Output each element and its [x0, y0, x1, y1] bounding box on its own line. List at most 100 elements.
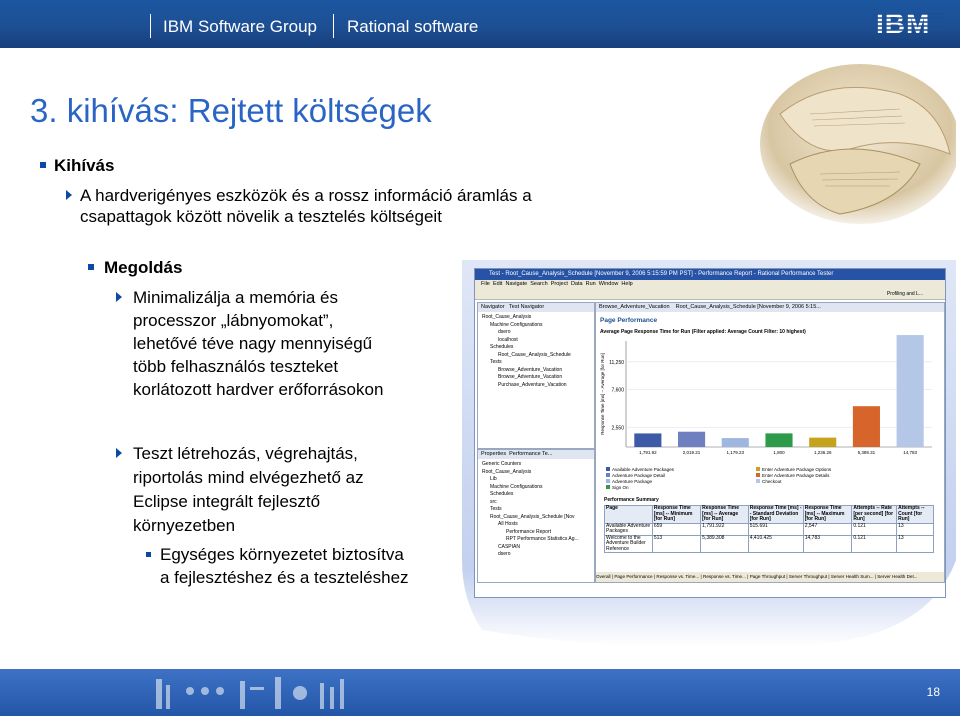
legend-label: Adventure Package Detail [612, 473, 666, 478]
bar [678, 431, 706, 447]
menu-data[interactable]: Data [571, 281, 583, 287]
table-cell: Available Adventure Packages [604, 522, 653, 536]
y-tick-label: 7,600 [611, 387, 624, 393]
tree-item[interactable]: Schedules [482, 344, 594, 352]
properties-tabs: Properties Performance Te... [478, 450, 594, 459]
report-tab[interactable]: Server Health Det... [877, 574, 917, 579]
svg-text:IBM: IBM [876, 8, 930, 38]
tree-item[interactable]: src [482, 499, 594, 507]
y-tick-label: 11,250 [609, 360, 624, 366]
solution-1-line-3: lehetővé téve nagy mennyiségű [133, 334, 373, 353]
tree-item[interactable]: Performance Report [482, 529, 594, 537]
bar [765, 433, 793, 447]
report-tab[interactable]: Server Throughput [789, 574, 827, 579]
tree-item[interactable]: Root_Cause_Analysis [482, 314, 594, 322]
tree-item[interactable]: Generic Counters [482, 461, 594, 469]
tree-item[interactable]: Lib [482, 476, 594, 484]
tree-item[interactable]: localhost [482, 337, 594, 345]
editor-tabs: Browse_Adventure_Vacation Root_Cause_Ana… [596, 303, 944, 312]
bar-value-label: 1,791.92 [639, 450, 657, 455]
tree-item[interactable]: RPT Performance Statistics Ag... [482, 536, 594, 544]
footer-bar: 18 [0, 669, 960, 716]
tree-item[interactable]: Root_Cause_Analysis [482, 469, 594, 477]
table-header: Response Time [ms] -- Average [for Run] [700, 505, 749, 524]
footer-decoration [156, 677, 344, 709]
legend-label: Adventure Package [612, 479, 653, 484]
page-title: Page Performance [600, 317, 658, 324]
menu-run[interactable]: Run [586, 281, 596, 287]
perspective-label[interactable]: Profiling and L... [887, 291, 923, 297]
rpt-screenshot: Test - Root_Cause_Analysis_Schedule [Nov… [474, 268, 946, 598]
tree-item[interactable]: Root_Cause_Analysis_Schedule [482, 352, 594, 360]
table-cell: 515.691 [747, 522, 804, 536]
tree-item[interactable]: Browse_Adventure_Vacation [482, 367, 594, 375]
table-cell: 13 [896, 522, 934, 536]
solution-1-line-5: korlátozott hardver erőforrásokon [133, 380, 384, 399]
table-header: Response Time [ms] -- Standard Deviation… [747, 505, 804, 524]
tab-navigator[interactable]: Navigator [481, 304, 505, 310]
menu-help[interactable]: Help [621, 281, 632, 287]
tab-performance[interactable]: Performance Te... [509, 451, 552, 457]
tree-item[interactable]: Tests [482, 359, 594, 367]
y-tick-label: 2,550 [611, 426, 624, 432]
section-bullet [40, 162, 46, 168]
tree-item[interactable]: Browse_Adventure_Vacation [482, 374, 594, 382]
section-heading-solution: Megoldás [104, 258, 183, 277]
arrow-bullet-icon [116, 448, 122, 458]
legend-label: Enter Adventure Package Details [762, 473, 830, 478]
menu-search[interactable]: Search [530, 281, 547, 287]
sub-bullet [146, 552, 151, 557]
tree-item[interactable]: Purchase_Adventure_Vacation [482, 382, 594, 390]
bar [852, 406, 880, 447]
tree-item[interactable]: All Hosts [482, 521, 594, 529]
menu-file[interactable]: File [481, 281, 490, 287]
menu-navigate[interactable]: Navigate [505, 281, 527, 287]
table-row: Available Adventure Packages 659 1,791.9… [604, 522, 934, 536]
tab-schedule[interactable]: Root_Cause_Analysis_Schedule [November 9… [676, 304, 821, 310]
tree-item[interactable]: Machine Configurations [482, 322, 594, 330]
tab-test-navigator[interactable]: Test Navigator [509, 304, 544, 310]
menu-window[interactable]: Window [599, 281, 619, 287]
legend-item: Checkout [756, 479, 781, 485]
legend-swatch [606, 479, 610, 483]
tree-item[interactable]: Machine Configurations [482, 484, 594, 492]
tree-item[interactable]: CASPIAN [482, 544, 594, 552]
tree-item[interactable]: Schedules [482, 491, 594, 499]
bar-chart: 2,550 7,600 11,250 Response Time [ms] -- Av… [600, 335, 932, 455]
header-divider [333, 14, 334, 38]
tree-item[interactable]: dsero [482, 551, 594, 559]
menu-edit[interactable]: Edit [493, 281, 502, 287]
legend-item: Sign On [606, 485, 629, 491]
tab-properties[interactable]: Properties [481, 451, 506, 457]
legend-swatch [756, 479, 760, 483]
tree-item[interactable]: dsero [482, 329, 594, 337]
table-cell: 2,547 [802, 522, 853, 536]
bar [896, 335, 924, 447]
report-tab[interactable]: Overall [596, 574, 611, 579]
legend-label: Checkout [762, 479, 782, 484]
menu-project[interactable]: Project [551, 281, 568, 287]
navigator-tabs: Navigator Test Navigator [478, 303, 594, 312]
report-tab[interactable]: Response vs. Time... [656, 574, 699, 579]
report-tab[interactable]: Page Throughput [750, 574, 785, 579]
tree-item[interactable]: Tests [482, 506, 594, 514]
report-tab[interactable]: Page Performance [614, 574, 652, 579]
performance-pane: Properties Performance Te... Generic Cou… [477, 449, 595, 583]
tree-item[interactable]: Root_Cause_Analysis_Schedule [Nov [482, 514, 594, 522]
slide-title: 3. kihívás: Rejtett költségek [30, 92, 432, 129]
table-header: Response Time [ms] -- Minimum [for Run] [651, 505, 702, 524]
section-heading-challenge: Kihívás [54, 156, 115, 175]
summary-table: Page Response Time [ms] -- Minimum [for … [604, 505, 934, 553]
report-tab[interactable]: Response vs. Time... [703, 574, 746, 579]
legend-swatch [756, 473, 760, 477]
menu-bar: File Edit Navigate Search Project Data R… [475, 280, 945, 289]
legend-swatch [756, 467, 760, 471]
tab-browse[interactable]: Browse_Adventure_Vacation [599, 304, 670, 310]
bar-value-label: 1,800 [773, 450, 785, 455]
table-cell: 13 [896, 534, 934, 553]
report-tab[interactable]: Server Health Sum... [831, 574, 874, 579]
subitem-line-1: Egységes környezetet biztosítva [160, 545, 404, 564]
table-cell: Welcome to the Adventure Builder Referen… [604, 534, 653, 553]
arrow-bullet-icon [66, 190, 72, 200]
table-cell: 0.121 [851, 534, 898, 553]
